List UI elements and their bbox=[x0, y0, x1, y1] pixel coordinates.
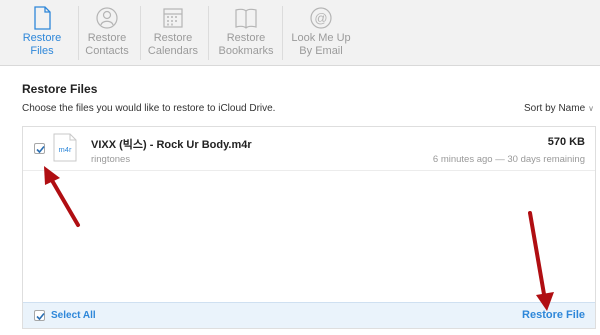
file-size: 570 KB bbox=[547, 136, 585, 148]
book-icon bbox=[235, 8, 257, 29]
checkmark-icon bbox=[36, 145, 45, 154]
restore-files-tab[interactable]: Restore Files bbox=[12, 0, 72, 66]
restore-contacts-tab[interactable]: Restore Contacts bbox=[78, 0, 136, 66]
file-list: m4r VIXX (빅스) - Rock Ur Body.m4r rington… bbox=[22, 126, 596, 329]
select-all-checkbox[interactable] bbox=[34, 310, 45, 321]
file-checkbox[interactable] bbox=[34, 143, 45, 154]
tab-label: Look Me Up By Email bbox=[291, 32, 351, 57]
toolbar-divider bbox=[140, 6, 141, 60]
tab-label: Restore Bookmarks bbox=[218, 32, 274, 57]
at-icon: @ bbox=[310, 7, 332, 29]
file-name: VIXX (빅스) - Rock Ur Body.m4r bbox=[91, 139, 252, 151]
toolbar: Restore Files Restore Contacts Restore C… bbox=[0, 0, 600, 66]
list-footer: Select All Restore File bbox=[23, 302, 595, 328]
restore-file-button[interactable]: Restore File bbox=[522, 309, 585, 321]
instructions-text: Choose the files you would like to resto… bbox=[22, 103, 276, 114]
tab-label: Restore Contacts bbox=[85, 32, 129, 57]
file-meta: 6 minutes ago — 30 days remaining bbox=[432, 154, 585, 165]
toolbar-divider bbox=[208, 6, 209, 60]
checkmark-icon bbox=[36, 312, 45, 321]
restore-calendars-tab[interactable]: Restore Calendars bbox=[142, 0, 204, 66]
svg-text:@: @ bbox=[314, 11, 327, 26]
toolbar-divider bbox=[282, 6, 283, 60]
tab-label: Restore Calendars bbox=[147, 32, 199, 57]
select-all-label[interactable]: Select All bbox=[51, 310, 96, 321]
file-icon bbox=[34, 6, 51, 30]
list-item[interactable]: m4r VIXX (빅스) - Rock Ur Body.m4r rington… bbox=[23, 127, 595, 171]
calendar-icon bbox=[163, 8, 183, 28]
chevron-down-icon: ∨ bbox=[588, 104, 594, 113]
tab-label: Restore Files bbox=[22, 32, 62, 57]
restore-bookmarks-tab[interactable]: Restore Bookmarks bbox=[212, 0, 280, 66]
sort-label: Sort by Name bbox=[524, 103, 586, 114]
contact-icon bbox=[96, 7, 118, 29]
look-me-up-tab[interactable]: @ Look Me Up By Email bbox=[286, 0, 356, 66]
file-folder: ringtones bbox=[91, 154, 131, 165]
audio-file-icon: m4r bbox=[53, 133, 77, 162]
page-title: Restore Files bbox=[22, 82, 98, 96]
file-ext-label: m4r bbox=[59, 145, 72, 154]
sort-dropdown[interactable]: Sort by Name ∨ bbox=[524, 103, 594, 114]
